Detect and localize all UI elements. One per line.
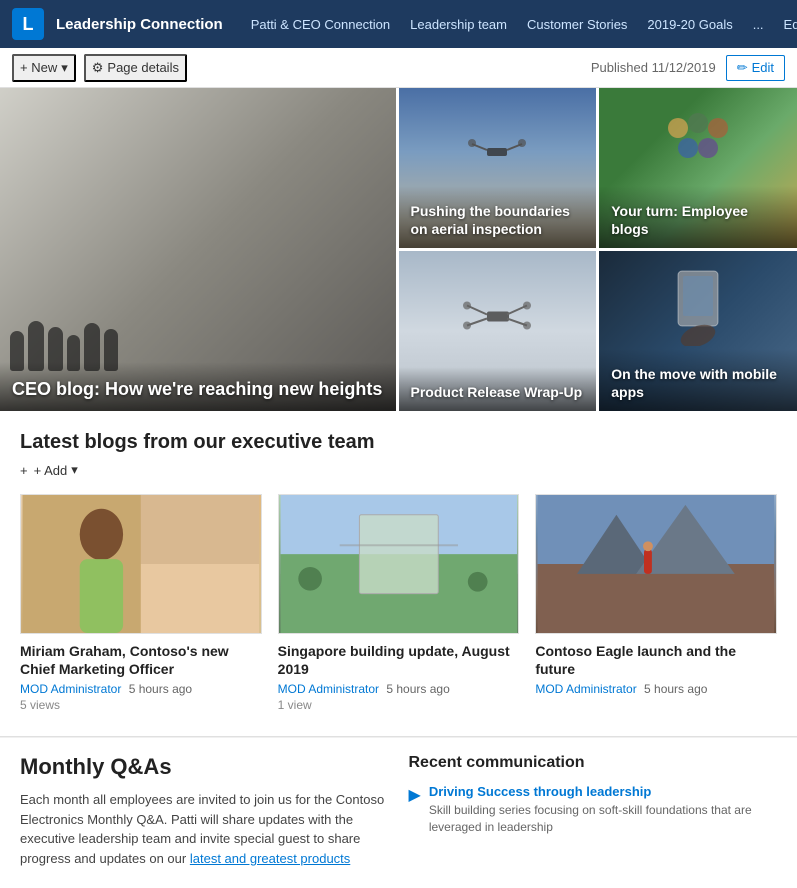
blog-card-meta-2: MOD Administrator 5 hours ago [535, 682, 777, 696]
blog-card-author-1[interactable]: MOD Administrator [278, 682, 379, 696]
drone-icon [467, 136, 527, 166]
miriam-svg [21, 495, 261, 633]
hero-employee-overlay: Your turn: Employee blogs [599, 186, 797, 248]
blog-card-meta-0: MOD Administrator 5 hours ago [20, 682, 262, 696]
plus-icon: + [20, 463, 28, 478]
arrow-right-icon: ▶ [409, 785, 421, 805]
nav-link-leadership[interactable]: Leadership team [402, 13, 515, 36]
hero-main-title: CEO blog: How we're reaching new heights [12, 378, 384, 401]
blog-card-author-0[interactable]: MOD Administrator [20, 682, 121, 696]
singapore-svg [279, 495, 519, 633]
hero-employee-cell[interactable]: Your turn: Employee blogs [599, 88, 797, 248]
comm-item-0: ▶ Driving Success through leadership Ski… [409, 784, 778, 836]
main-content: Latest blogs from our executive team + +… [0, 411, 797, 712]
blog-card-title-1: Singapore building update, August 2019 [278, 642, 520, 678]
monthly-qa-title: Monthly Q&As [20, 754, 389, 780]
blog-card-time-0: 5 hours ago [129, 682, 192, 696]
blog-card-1[interactable]: Singapore building update, August 2019 M… [278, 494, 520, 712]
recent-comm-title: Recent communication [409, 754, 778, 772]
nav-link-goals[interactable]: 2019-20 Goals [639, 13, 740, 36]
new-button[interactable]: + New ▾ [12, 54, 76, 82]
singapore-image [279, 495, 519, 633]
comm-item-content: Driving Success through leadership Skill… [429, 784, 777, 836]
hero-mobile-title: On the move with mobile apps [611, 365, 785, 401]
eagle-image [536, 495, 776, 633]
blog-card-title-2: Contoso Eagle launch and the future [535, 642, 777, 678]
nav-link-patti[interactable]: Patti & CEO Connection [243, 13, 398, 36]
blog-card-img-0 [20, 494, 262, 634]
hero-product-overlay: Product Release Wrap-Up [399, 367, 597, 411]
hero-aerial-overlay: Pushing the boundaries on aerial inspect… [399, 186, 597, 248]
eagle-svg [536, 495, 776, 633]
settings-icon: ⚙ [92, 60, 104, 76]
hero-aerial-cell[interactable]: Pushing the boundaries on aerial inspect… [399, 88, 597, 248]
pencil-icon: ✏ [737, 60, 748, 76]
recent-comm-section: Recent communication ▶ Driving Success t… [409, 754, 778, 868]
monthly-qa-body: Each month all employees are invited to … [20, 790, 389, 868]
nav-links: Patti & CEO Connection Leadership team C… [243, 13, 797, 36]
site-title: Leadership Connection [56, 16, 223, 33]
comm-item-desc: Skill building series focusing on soft-s… [429, 802, 777, 836]
miriam-image [21, 495, 261, 633]
chevron-down-icon: ▾ [61, 60, 68, 76]
hero-grid: CEO blog: How we're reaching new heights… [0, 88, 797, 411]
blog-card-2[interactable]: Contoso Eagle launch and the future MOD … [535, 494, 777, 712]
blogs-section-title: Latest blogs from our executive team [20, 431, 777, 454]
nav-link-edit[interactable]: Edit [776, 13, 797, 36]
blog-card-img-1 [278, 494, 520, 634]
add-button[interactable]: + + Add ▾ [20, 462, 78, 478]
monthly-qa-section: Monthly Q&As Each month all employees ar… [20, 754, 389, 868]
hero-employee-title: Your turn: Employee blogs [611, 202, 785, 238]
page-details-button[interactable]: ⚙ Page details [84, 54, 187, 82]
blog-card-meta-1: MOD Administrator 5 hours ago [278, 682, 520, 696]
hero-main-overlay: CEO blog: How we're reaching new heights [0, 362, 396, 411]
blog-card-time-2: 5 hours ago [644, 682, 707, 696]
blog-card-views-0: 5 views [20, 698, 262, 712]
nav-link-customer[interactable]: Customer Stories [519, 13, 635, 36]
toolbar-right: Published 11/12/2019 ✏ Edit [591, 55, 785, 81]
blog-card-0[interactable]: Miriam Graham, Contoso's new Chief Marke… [20, 494, 262, 712]
hero-product-title: Product Release Wrap-Up [411, 383, 585, 401]
group-icon [658, 108, 738, 168]
site-logo[interactable]: L [12, 8, 44, 40]
blog-card-author-2[interactable]: MOD Administrator [535, 682, 636, 696]
drone2-icon [462, 298, 532, 333]
blog-card-time-1: 5 hours ago [386, 682, 449, 696]
blog-card-views-1: 1 view [278, 698, 520, 712]
toolbar-left: + New ▾ ⚙ Page details [12, 54, 187, 82]
hero-aerial-title: Pushing the boundaries on aerial inspect… [411, 202, 585, 238]
top-navigation: L Leadership Connection Patti & CEO Conn… [0, 0, 797, 48]
chevron-down-icon: ▾ [71, 462, 78, 478]
nav-link-more[interactable]: ... [745, 13, 772, 36]
page-toolbar: + New ▾ ⚙ Page details Published 11/12/2… [0, 48, 797, 88]
hero-main-cell[interactable]: CEO blog: How we're reaching new heights [0, 88, 396, 411]
hero-mobile-cell[interactable]: On the move with mobile apps [599, 251, 797, 411]
edit-button[interactable]: ✏ Edit [726, 55, 785, 81]
hero-mobile-overlay: On the move with mobile apps [599, 349, 797, 411]
blog-card-title-0: Miriam Graham, Contoso's new Chief Marke… [20, 642, 262, 678]
blog-card-img-2 [535, 494, 777, 634]
published-status: Published 11/12/2019 [591, 60, 716, 75]
blog-cards-grid: Miriam Graham, Contoso's new Chief Marke… [20, 494, 777, 712]
bottom-section: Monthly Q&As Each month all employees ar… [0, 737, 797, 888]
hero-product-cell[interactable]: Product Release Wrap-Up [399, 251, 597, 411]
tablet-icon [668, 266, 728, 346]
monthly-qa-link[interactable]: latest and greatest products [190, 851, 350, 866]
